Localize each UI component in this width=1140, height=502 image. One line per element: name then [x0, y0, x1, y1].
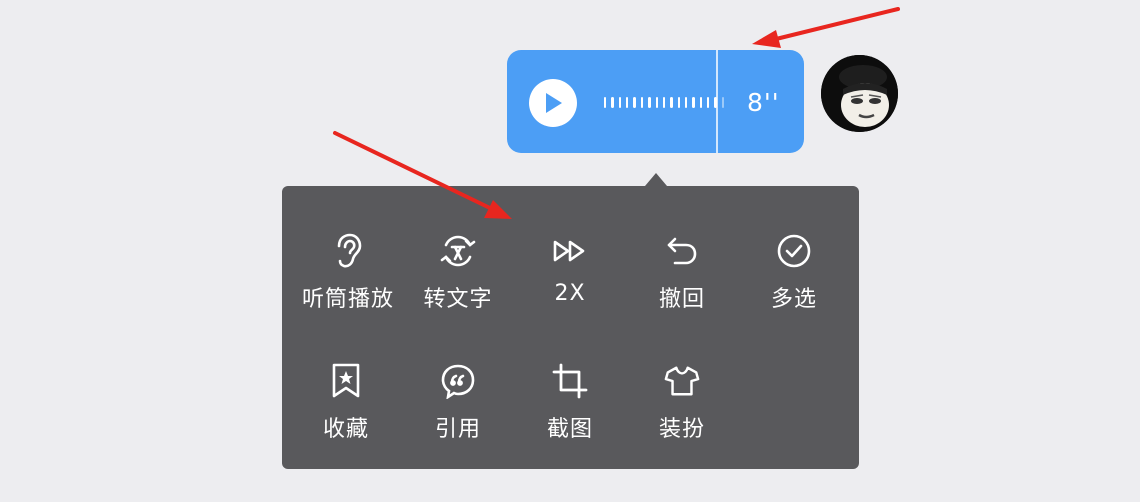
menu-caret [645, 173, 667, 186]
menu-item-label: 收藏 [322, 417, 369, 442]
waveform-bar [618, 96, 622, 108]
voice-message-bubble[interactable]: 8'' [507, 50, 804, 153]
fast-forward-icon [552, 233, 588, 269]
progress-divider [716, 50, 718, 153]
waveform-bar [640, 96, 644, 108]
waveform-bar [626, 96, 629, 108]
menu-item-label: 引用 [434, 417, 481, 442]
menu-item-favorite[interactable]: 收藏 [291, 331, 401, 442]
waveform-bar [677, 96, 680, 108]
play-icon [546, 93, 562, 113]
waveform-bar [604, 96, 607, 108]
menu-item-label: 转文字 [423, 287, 493, 312]
meme-avatar-icon [821, 55, 898, 132]
waveform-bar [611, 96, 614, 108]
annotation-arrow-top [752, 7, 900, 48]
menu-item-label: 装扮 [658, 417, 705, 442]
chat-canvas: 8'' 听筒播放 转文字 2X 撤回 多选 收藏 引用 截图 装扮 [0, 0, 1140, 502]
transcribe-icon [440, 233, 476, 269]
check-circle-icon [776, 233, 812, 269]
waveform-bar [692, 96, 695, 108]
menu-item-label: 多选 [770, 287, 817, 312]
play-button[interactable] [529, 79, 577, 127]
voice-waveform [604, 92, 725, 112]
waveform-bar [648, 96, 651, 108]
menu-item-label: 2X [554, 281, 586, 306]
menu-item-dress-up[interactable]: 装扮 [627, 331, 737, 442]
menu-item-quote[interactable]: 引用 [403, 331, 513, 442]
crop-icon [552, 363, 588, 399]
avatar[interactable] [821, 55, 898, 132]
voice-context-menu: 听筒播放 转文字 2X 撤回 多选 收藏 引用 截图 装扮 [282, 186, 859, 469]
menu-item-transcribe[interactable]: 转文字 [403, 201, 513, 312]
bookmark-star-icon [328, 363, 364, 399]
voice-duration: 8'' [747, 88, 780, 117]
waveform-bar [655, 96, 658, 108]
ear-icon [330, 233, 366, 269]
waveform-bar [633, 96, 636, 108]
menu-item-label: 截图 [546, 417, 593, 442]
menu-item-label: 听筒播放 [301, 287, 394, 312]
waveform-bar [707, 96, 710, 108]
waveform-bar [670, 96, 673, 108]
waveform-bar [699, 96, 703, 108]
waveform-bar [684, 96, 688, 108]
waveform-bar [721, 96, 725, 108]
menu-item-speed-2x[interactable]: 2X [515, 201, 625, 311]
undo-icon [664, 233, 700, 269]
tshirt-icon [664, 363, 700, 399]
menu-item-earpiece-play[interactable]: 听筒播放 [293, 201, 403, 312]
menu-item-multi-select[interactable]: 多选 [739, 201, 849, 312]
menu-item-recall[interactable]: 撤回 [627, 201, 737, 312]
menu-item-label: 撤回 [658, 287, 705, 312]
waveform-bar [662, 96, 666, 108]
menu-item-screenshot[interactable]: 截图 [515, 331, 625, 442]
quote-icon [440, 363, 476, 399]
